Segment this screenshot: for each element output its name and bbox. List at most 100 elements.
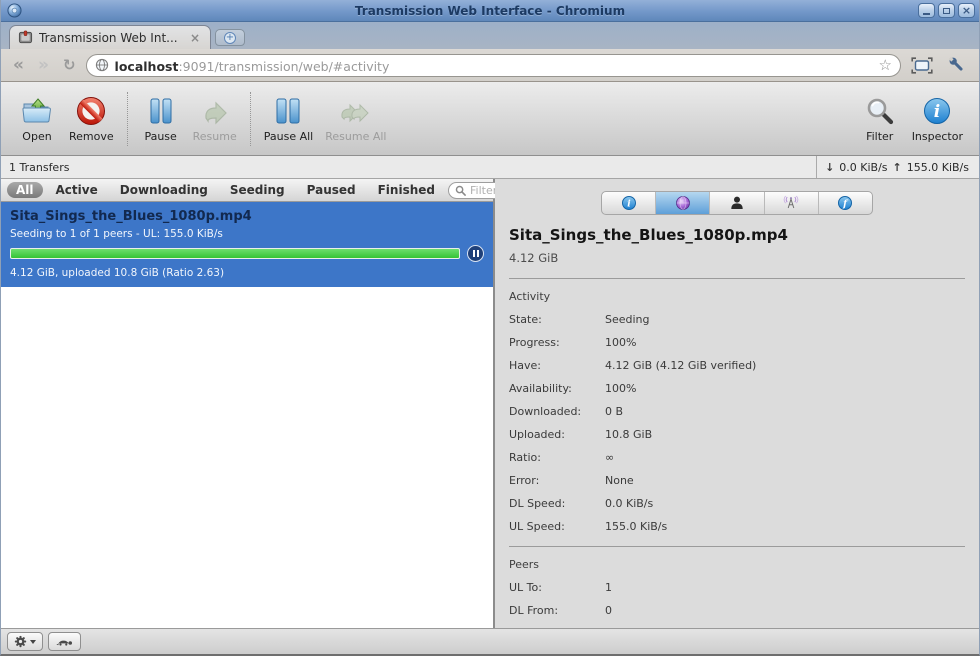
settings-gear-button[interactable] bbox=[7, 632, 43, 651]
pause-all-button[interactable]: Pause All bbox=[258, 92, 319, 145]
filter-bar: All Active Downloading Seeding Paused Fi… bbox=[1, 179, 547, 202]
download-arrow-icon: ↓ bbox=[825, 160, 835, 174]
peers-heading: Peers bbox=[509, 558, 540, 571]
filter-button[interactable]: Filter bbox=[854, 92, 906, 145]
row-label: State: bbox=[509, 313, 542, 326]
window-titlebar[interactable]: Transmission Web Interface - Chromium × bbox=[1, 0, 979, 22]
open-folder-icon bbox=[20, 94, 54, 128]
tab-tracker[interactable] bbox=[765, 192, 819, 214]
detail-row-dl-from: DL From: 0 bbox=[509, 604, 965, 617]
tab-activity[interactable] bbox=[656, 192, 711, 214]
remove-icon bbox=[75, 94, 107, 128]
browser-tab[interactable]: Transmission Web Int... × bbox=[9, 25, 211, 49]
tab-files[interactable]: f bbox=[819, 192, 872, 214]
row-label: DL Speed: bbox=[509, 497, 566, 510]
filter-tab-active[interactable]: Active bbox=[47, 182, 107, 198]
tracker-antenna-icon bbox=[783, 195, 799, 209]
detail-row-ul-to: UL To: 1 bbox=[509, 581, 965, 594]
files-icon: f bbox=[838, 196, 853, 210]
selection-frame-icon bbox=[911, 56, 933, 74]
plus-icon: + bbox=[224, 31, 236, 44]
svg-text:i: i bbox=[627, 200, 631, 210]
browser-toolbar: « » ↻ localhost:9091/transmission/web/#a… bbox=[1, 49, 979, 82]
maximize-button[interactable] bbox=[938, 3, 955, 18]
upload-arrow-icon: ↑ bbox=[892, 160, 902, 174]
row-label: DL From: bbox=[509, 604, 559, 617]
open-label: Open bbox=[22, 130, 52, 143]
row-value: 100% bbox=[605, 382, 637, 395]
dropdown-caret-icon bbox=[30, 639, 36, 644]
row-value: 155.0 KiB/s bbox=[605, 520, 668, 533]
filter-tab-finished[interactable]: Finished bbox=[369, 182, 444, 198]
inspector-tabs: i f bbox=[601, 191, 873, 215]
detail-row-error: Error: None bbox=[509, 474, 965, 487]
forward-button[interactable]: » bbox=[34, 56, 53, 74]
detail-row-have: Have: 4.12 GiB (4.12 GiB verified) bbox=[509, 359, 965, 372]
back-button[interactable]: « bbox=[9, 56, 28, 74]
tab-info[interactable]: i bbox=[602, 192, 657, 214]
resume-all-button[interactable]: Resume All bbox=[319, 92, 392, 145]
speed-limit-turtle-button[interactable] bbox=[48, 632, 81, 651]
row-value: 10.8 GiB bbox=[605, 428, 653, 441]
filter-tab-all[interactable]: All bbox=[7, 182, 43, 198]
torrent-row[interactable]: Sita_Sings_the_Blues_1080p.mp4 Seeding t… bbox=[1, 202, 493, 287]
row-value: Seeding bbox=[605, 313, 650, 326]
filter-tab-paused[interactable]: Paused bbox=[298, 182, 365, 198]
pause-all-icon bbox=[272, 94, 304, 128]
detail-row-dl-speed: DL Speed: 0.0 KiB/s bbox=[509, 497, 965, 510]
pause-glyph-icon bbox=[472, 250, 475, 257]
pause-glyph-icon bbox=[476, 250, 479, 257]
inspector-torrent-size: 4.12 GiB bbox=[509, 251, 559, 265]
magnifier-icon bbox=[865, 94, 895, 128]
toolbar-separator bbox=[249, 91, 251, 146]
resume-label: Resume bbox=[192, 130, 237, 143]
filter-tab-downloading[interactable]: Downloading bbox=[111, 182, 217, 198]
row-label: Availability: bbox=[509, 382, 572, 395]
inspector-label: Inspector bbox=[911, 130, 963, 143]
inspector-button[interactable]: i Inspector bbox=[906, 92, 969, 145]
settings-wrench-button[interactable] bbox=[943, 55, 971, 75]
close-button[interactable]: × bbox=[958, 3, 975, 18]
resume-all-label: Resume All bbox=[325, 130, 387, 143]
minimize-button[interactable] bbox=[918, 3, 935, 18]
activity-ball-icon bbox=[675, 196, 690, 210]
peer-person-icon bbox=[731, 196, 743, 209]
remove-button[interactable]: Remove bbox=[63, 92, 120, 145]
open-button[interactable]: Open bbox=[11, 92, 63, 145]
speed-summary: ↓ 0.0 KiB/s ↑ 155.0 KiB/s bbox=[816, 156, 979, 178]
toolbar-separator bbox=[126, 91, 128, 146]
torrent-status-line: Seeding to 1 of 1 peers - UL: 155.0 KiB/… bbox=[10, 228, 223, 240]
bookmark-star-icon[interactable]: ☆ bbox=[879, 56, 892, 74]
info-icon: i bbox=[621, 196, 636, 210]
row-label: UL Speed: bbox=[509, 520, 565, 533]
tab-title: Transmission Web Int... bbox=[39, 30, 178, 45]
remove-label: Remove bbox=[69, 130, 114, 143]
detail-row-availability: Availability: 100% bbox=[509, 382, 965, 395]
filter-tab-seeding[interactable]: Seeding bbox=[221, 182, 294, 198]
url-path: :9091/transmission/web/#activity bbox=[178, 58, 390, 74]
resume-button[interactable]: Resume bbox=[187, 92, 243, 145]
row-value: 100% bbox=[605, 336, 637, 349]
row-value: 0 B bbox=[605, 405, 624, 418]
pause-button[interactable]: Pause bbox=[135, 92, 187, 145]
torrent-name: Sita_Sings_the_Blues_1080p.mp4 bbox=[10, 209, 252, 224]
minimize-icon bbox=[923, 12, 930, 15]
activity-heading: Activity bbox=[509, 290, 551, 303]
row-pause-button[interactable] bbox=[467, 245, 484, 262]
url-host: localhost bbox=[114, 58, 179, 74]
new-tab-button[interactable]: + bbox=[215, 29, 245, 46]
bottom-action-bar bbox=[1, 628, 979, 654]
download-speed: 0.0 KiB/s bbox=[839, 160, 888, 174]
tab-peers[interactable] bbox=[710, 192, 765, 214]
svg-text:i: i bbox=[934, 102, 940, 122]
reload-button[interactable]: ↻ bbox=[59, 57, 80, 73]
window-controls: × bbox=[918, 3, 975, 18]
url-bar[interactable]: localhost:9091/transmission/web/#activit… bbox=[85, 53, 901, 77]
page-action-button[interactable] bbox=[907, 56, 937, 74]
tab-close-icon[interactable]: × bbox=[188, 31, 202, 45]
row-label: Uploaded: bbox=[509, 428, 565, 441]
transmission-favicon-icon bbox=[18, 30, 33, 44]
inspector-torrent-title: Sita_Sings_the_Blues_1080p.mp4 bbox=[509, 226, 788, 244]
row-value: 4.12 GiB (4.12 GiB verified) bbox=[605, 359, 757, 372]
row-value: 0.0 KiB/s bbox=[605, 497, 654, 510]
